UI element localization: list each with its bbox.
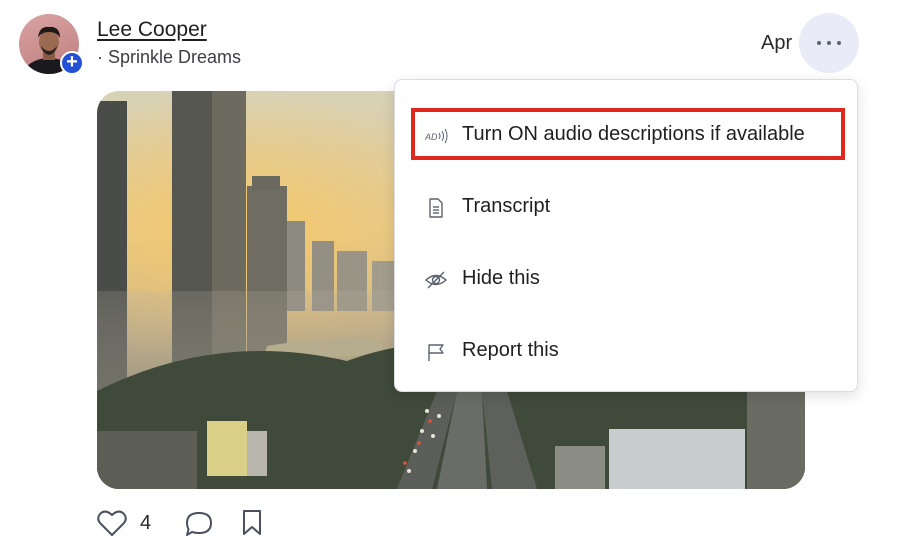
dot-icon <box>837 41 841 45</box>
menu-item-audio-descriptions[interactable]: AD Turn ON audio descriptions if availab… <box>409 107 845 165</box>
community-name[interactable]: · Sprinkle Dreams <box>97 47 241 68</box>
menu-item-label: Report this <box>462 339 559 361</box>
comment-button[interactable] <box>184 510 214 543</box>
menu-item-label: Turn ON audio descriptions if available <box>462 123 805 145</box>
more-options-button[interactable] <box>799 13 859 73</box>
audio-description-icon: AD <box>424 125 448 147</box>
author-name-link[interactable]: Lee Cooper <box>97 18 207 42</box>
follow-plus-button[interactable]: + <box>60 51 84 75</box>
eye-off-icon <box>424 269 448 291</box>
post-date: Apr <box>761 32 793 54</box>
bookmark-button[interactable] <box>240 509 264 542</box>
menu-item-transcript[interactable]: Transcript <box>409 179 845 237</box>
document-icon <box>425 197 447 219</box>
dot-icon <box>817 41 821 45</box>
comment-bubble-icon <box>186 512 212 536</box>
menu-item-label: Transcript <box>462 195 551 217</box>
like-button[interactable] <box>97 509 127 542</box>
menu-item-hide[interactable]: Hide this <box>409 251 845 309</box>
like-count: 4 <box>140 512 152 534</box>
post-card: + Lee Cooper · Sprinkle Dreams Apr AD Tu… <box>0 0 912 552</box>
flag-icon <box>425 341 447 363</box>
heart-icon <box>97 510 127 536</box>
svg-text:AD: AD <box>425 132 438 142</box>
menu-item-label: Hide this <box>462 267 540 289</box>
dot-icon <box>827 41 831 45</box>
more-options-menu: AD Turn ON audio descriptions if availab… <box>394 79 858 392</box>
bookmark-icon <box>243 510 261 535</box>
menu-item-report[interactable]: Report this <box>409 323 845 381</box>
